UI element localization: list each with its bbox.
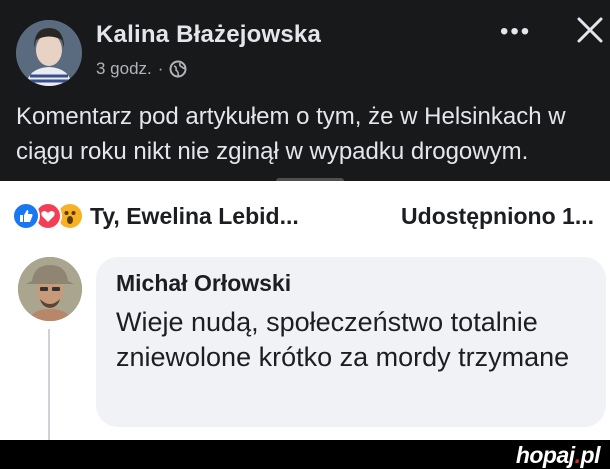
globe-icon <box>169 60 187 78</box>
post-text: Komentarz pod artykułem o tym, że w Hels… <box>16 103 566 165</box>
author-avatar[interactable] <box>16 20 82 86</box>
reactors-text[interactable]: Ty, Ewelina Lebid... <box>90 203 299 230</box>
post-author-name[interactable]: Kalina Błażejowska <box>96 21 321 49</box>
shares-text[interactable]: Udostępniono 1... <box>401 203 594 230</box>
post-header: Kalina Błażejowska 3 godz. · ••• Komenta… <box>0 0 610 184</box>
reactions-row[interactable]: Ty, Ewelina Lebid... Udostępniono 1... <box>12 199 602 233</box>
post-meta: 3 godz. · <box>96 59 187 79</box>
comments-sheet: Ty, Ewelina Lebid... Udostępniono 1... M… <box>0 181 610 440</box>
watermark-logo: hopaj.pl <box>515 442 601 469</box>
commenter-avatar[interactable] <box>18 257 82 321</box>
comment-text: Wieje nudą, społeczeństwo totalnie zniew… <box>116 307 570 372</box>
like-icon <box>12 202 40 230</box>
watermark-name: hopaj <box>515 442 575 468</box>
comment-author-name[interactable]: Michał Orłowski <box>116 270 291 297</box>
watermark-tld: pl <box>580 442 601 468</box>
thread-line <box>48 329 50 440</box>
close-icon[interactable] <box>576 16 604 44</box>
watermark-bar: hopaj.pl <box>0 440 610 469</box>
post-time[interactable]: 3 godz. <box>96 59 152 79</box>
comment-bubble: Michał Orłowski Wieje nudą, społeczeństw… <box>96 257 606 427</box>
meta-separator: · <box>157 59 164 78</box>
more-icon[interactable]: ••• <box>500 20 531 44</box>
